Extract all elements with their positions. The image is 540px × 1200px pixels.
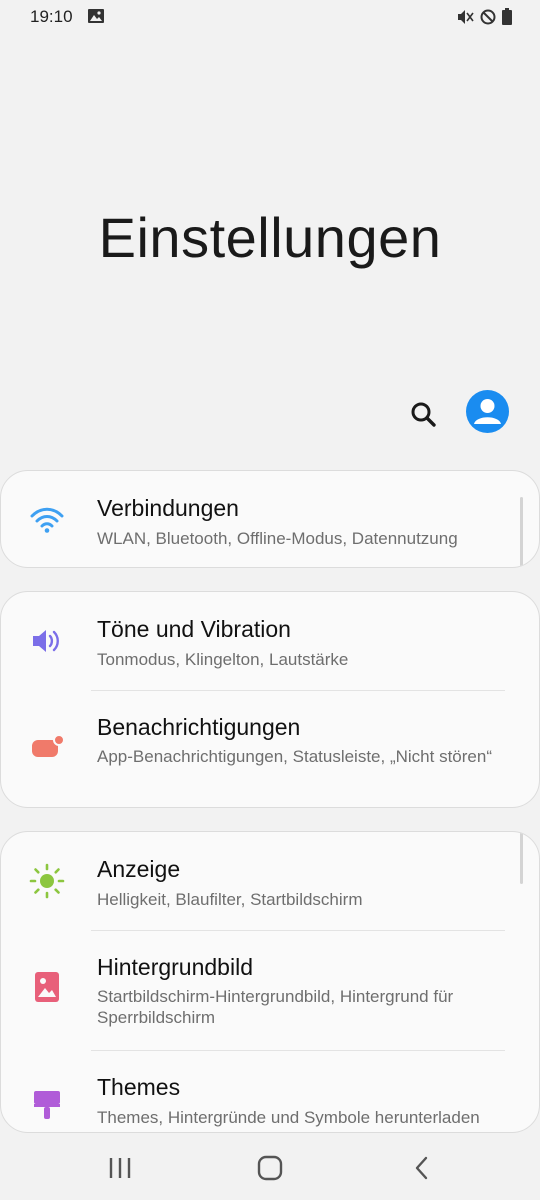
search-button[interactable]	[405, 396, 441, 432]
item-title: Benachrichtigungen	[97, 714, 301, 740]
back-button[interactable]	[402, 1150, 442, 1186]
item-title: Hintergrundbild	[97, 954, 253, 980]
settings-item-anzeige[interactable]: Anzeige Helligkeit, Blaufilter, Startbil…	[1, 832, 539, 930]
image-icon	[88, 9, 104, 28]
settings-item-benachrichtigungen[interactable]: Benachrichtigungen App-Benachrichtigunge…	[1, 690, 539, 807]
item-subtitle: Themes, Hintergründe und Symbole herunte…	[97, 1108, 480, 1127]
item-subtitle: Tonmodus, Klingelton, Lautstärke	[97, 650, 349, 669]
search-icon	[411, 402, 436, 427]
settings-item-verbindungen[interactable]: Verbindungen WLAN, Bluetooth, Offline-Mo…	[1, 471, 539, 567]
themes-icon	[27, 1085, 67, 1125]
wifi-icon	[27, 500, 67, 540]
settings-group-display: Anzeige Helligkeit, Blaufilter, Startbil…	[0, 831, 540, 1133]
recents-button[interactable]	[100, 1150, 140, 1186]
item-subtitle: Helligkeit, Blaufilter, Startbildschirm	[97, 890, 363, 909]
scrollbar[interactable]	[520, 832, 523, 884]
dnd-icon	[480, 9, 496, 30]
mute-vibrate-icon	[456, 9, 474, 30]
item-subtitle: Startbildschirm-Hintergrundbild, Hinterg…	[97, 987, 454, 1027]
settings-item-hintergrundbild[interactable]: Hintergrundbild Startbildschirm-Hintergr…	[1, 930, 539, 1050]
status-bar: 19:10	[0, 0, 540, 34]
volume-icon	[27, 621, 67, 661]
account-button[interactable]	[466, 390, 509, 433]
item-subtitle: WLAN, Bluetooth, Offline-Modus, Datennut…	[97, 529, 458, 548]
recents-icon	[109, 1158, 131, 1178]
notification-icon	[27, 727, 67, 767]
item-title: Themes	[97, 1074, 181, 1100]
home-icon	[257, 1155, 283, 1181]
scrollbar[interactable]	[520, 497, 523, 567]
battery-icon	[502, 8, 512, 30]
settings-item-themes[interactable]: Themes Themes, Hintergründe und Symbole …	[1, 1050, 539, 1132]
item-title: Töne und Vibration	[97, 616, 291, 642]
status-icons	[456, 8, 512, 30]
account-icon	[474, 399, 501, 424]
settings-group-connections: Verbindungen WLAN, Bluetooth, Offline-Mo…	[0, 470, 540, 568]
status-time: 19:10	[30, 7, 73, 26]
item-title: Verbindungen	[97, 495, 239, 521]
back-icon	[415, 1156, 428, 1180]
navigation-bar	[0, 1134, 540, 1200]
settings-group-sound: Töne und Vibration Tonmodus, Klingelton,…	[0, 591, 540, 808]
brightness-icon	[27, 861, 67, 901]
home-button[interactable]	[250, 1150, 290, 1186]
item-subtitle: App-Benachrichtigungen, Statusleiste, „N…	[97, 747, 492, 766]
wallpaper-icon	[27, 967, 67, 1007]
item-title: Anzeige	[97, 856, 181, 882]
settings-item-toene[interactable]: Töne und Vibration Tonmodus, Klingelton,…	[1, 592, 539, 690]
page-title: Einstellungen	[98, 206, 442, 269]
